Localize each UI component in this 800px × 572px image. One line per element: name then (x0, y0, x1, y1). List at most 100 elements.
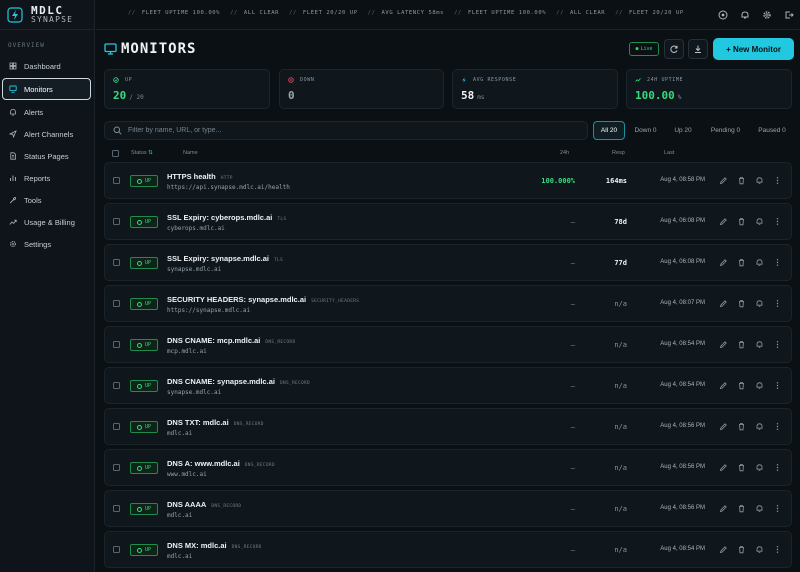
table-row[interactable]: UP HTTPS health HTTP https://api.synapse.md… (104, 162, 792, 199)
table-row[interactable]: UP DNS MX: mdlc.ai DNS_RECORD mdlc.ai – n/a Au… (104, 531, 792, 568)
table-row[interactable]: UP SSL Expiry: cyberops.mdlc.ai TLS cyberop… (104, 203, 792, 240)
monitor-name[interactable]: DNS AAAA DNS_RECORD (167, 500, 241, 509)
column-status[interactable]: Status ⇅ (131, 150, 153, 156)
refresh-button[interactable] (664, 39, 684, 59)
bell-icon[interactable] (755, 176, 764, 185)
filter-tab-down[interactable]: Down 0 (628, 121, 663, 140)
live-badge[interactable]: ● Live (629, 42, 659, 56)
edit-icon[interactable] (719, 381, 728, 390)
delete-icon[interactable] (737, 381, 746, 390)
logout-icon[interactable] (784, 10, 794, 20)
settings-icon[interactable] (762, 10, 772, 20)
bell-icon[interactable] (755, 545, 764, 554)
filter-tab-paused[interactable]: Paused 0 (752, 121, 792, 140)
delete-icon[interactable] (737, 299, 746, 308)
column-last[interactable]: Last (664, 150, 674, 156)
delete-icon[interactable] (737, 258, 746, 267)
more-icon[interactable] (773, 340, 782, 349)
more-icon[interactable] (773, 504, 782, 513)
delete-icon[interactable] (737, 545, 746, 554)
filter-tab-all[interactable]: All 20 (593, 121, 625, 140)
more-icon[interactable] (773, 217, 782, 226)
delete-icon[interactable] (737, 504, 746, 513)
table-row[interactable]: UP SSL Expiry: synapse.mdlc.ai TLS synapse.… (104, 244, 792, 281)
more-icon[interactable] (773, 545, 782, 554)
edit-icon[interactable] (719, 258, 728, 267)
delete-icon[interactable] (737, 340, 746, 349)
more-icon[interactable] (773, 258, 782, 267)
column-24h[interactable]: 24h (560, 150, 569, 156)
edit-icon[interactable] (719, 340, 728, 349)
more-icon[interactable] (773, 463, 782, 472)
delete-icon[interactable] (737, 463, 746, 472)
column-resp[interactable]: Resp (612, 150, 625, 156)
edit-icon[interactable] (719, 545, 728, 554)
row-checkbox[interactable] (113, 341, 120, 348)
brand[interactable]: MDLC SYNAPSE (0, 0, 94, 30)
sidebar-item-tools[interactable]: Tools (2, 190, 91, 210)
more-icon[interactable] (773, 176, 782, 185)
monitor-name[interactable]: DNS TXT: mdlc.ai DNS_RECORD (167, 418, 264, 427)
sidebar-item-usage-billing[interactable]: Usage & Billing (2, 212, 91, 232)
row-checkbox[interactable] (113, 505, 120, 512)
table-row[interactable]: UP DNS A: www.mdlc.ai DNS_RECORD www.mdlc.a… (104, 449, 792, 486)
monitor-name[interactable]: DNS MX: mdlc.ai DNS_RECORD (167, 541, 262, 550)
edit-icon[interactable] (719, 422, 728, 431)
export-button[interactable] (688, 39, 708, 59)
row-checkbox[interactable] (113, 464, 120, 471)
sidebar-item-dashboard[interactable]: Dashboard (2, 56, 91, 76)
bell-icon[interactable] (755, 422, 764, 431)
sidebar-item-alert-channels[interactable]: Alert Channels (2, 124, 91, 144)
row-checkbox[interactable] (113, 546, 120, 553)
row-checkbox[interactable] (113, 423, 120, 430)
monitor-name[interactable]: SECURITY HEADERS: synapse.mdlc.ai SECURIT… (167, 295, 359, 304)
select-all-checkbox[interactable] (112, 150, 119, 157)
edit-icon[interactable] (719, 217, 728, 226)
table-row[interactable]: UP SECURITY HEADERS: synapse.mdlc.ai SECUR… (104, 285, 792, 322)
bell-icon[interactable] (755, 340, 764, 349)
table-row[interactable]: UP DNS TXT: mdlc.ai DNS_RECORD mdlc.ai – n/a A… (104, 408, 792, 445)
row-checkbox[interactable] (113, 218, 120, 225)
bell-icon[interactable] (755, 504, 764, 513)
search-input[interactable] (128, 127, 568, 134)
monitor-name[interactable]: SSL Expiry: synapse.mdlc.ai TLS (167, 254, 283, 263)
column-name[interactable]: Name (183, 150, 198, 156)
table-row[interactable]: UP DNS AAAA DNS_RECORD mdlc.ai – n/a Aug 4, 08… (104, 490, 792, 527)
delete-icon[interactable] (737, 217, 746, 226)
edit-icon[interactable] (719, 176, 728, 185)
more-icon[interactable] (773, 299, 782, 308)
edit-icon[interactable] (719, 463, 728, 472)
new-monitor-button[interactable]: + New Monitor (713, 38, 794, 60)
bell-icon[interactable] (755, 217, 764, 226)
monitor-name[interactable]: DNS CNAME: synapse.mdlc.ai DNS_RECORD (167, 377, 310, 386)
table-row[interactable]: UP DNS CNAME: synapse.mdlc.ai DNS_RECORD sy… (104, 367, 792, 404)
more-icon[interactable] (773, 422, 782, 431)
monitor-name[interactable]: DNS A: www.mdlc.ai DNS_RECORD (167, 459, 275, 468)
bell-icon[interactable] (755, 381, 764, 390)
delete-icon[interactable] (737, 176, 746, 185)
bell-icon[interactable] (755, 258, 764, 267)
search-box[interactable] (104, 121, 588, 140)
table-row[interactable]: UP DNS CNAME: mcp.mdlc.ai DNS_RECORD mcp.md… (104, 326, 792, 363)
notifications-icon[interactable] (740, 10, 750, 20)
sidebar-item-status-pages[interactable]: Status Pages (2, 146, 91, 166)
row-checkbox[interactable] (113, 177, 120, 184)
theme-icon[interactable] (718, 10, 728, 20)
filter-tab-up[interactable]: Up 20 (666, 121, 700, 140)
more-icon[interactable] (773, 381, 782, 390)
edit-icon[interactable] (719, 504, 728, 513)
sidebar-item-reports[interactable]: Reports (2, 168, 91, 188)
bell-icon[interactable] (755, 463, 764, 472)
filter-tab-pending[interactable]: Pending 0 (703, 121, 748, 140)
sidebar-item-alerts[interactable]: Alerts (2, 102, 91, 122)
sidebar-item-monitors[interactable]: Monitors (2, 78, 91, 100)
delete-icon[interactable] (737, 422, 746, 431)
sidebar-item-settings[interactable]: Settings (2, 234, 91, 254)
monitor-name[interactable]: DNS CNAME: mcp.mdlc.ai DNS_RECORD (167, 336, 295, 345)
row-checkbox[interactable] (113, 259, 120, 266)
bell-icon[interactable] (755, 299, 764, 308)
monitor-name[interactable]: HTTPS health HTTP (167, 172, 233, 181)
row-checkbox[interactable] (113, 300, 120, 307)
edit-icon[interactable] (719, 299, 728, 308)
monitor-name[interactable]: SSL Expiry: cyberops.mdlc.ai TLS (167, 213, 286, 222)
